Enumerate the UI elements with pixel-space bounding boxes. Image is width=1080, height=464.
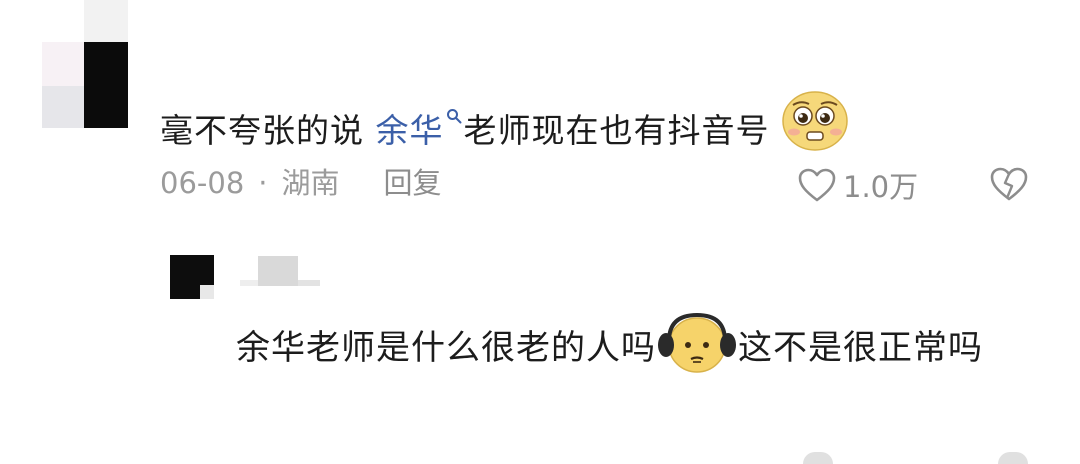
cutoff-icon — [803, 452, 833, 464]
comment-meta: 06-08 · 湖南 回复 — [160, 163, 442, 203]
cutoff-icon — [998, 452, 1028, 464]
reply-button[interactable]: 回复 — [384, 166, 442, 200]
comment-location: 湖南 — [281, 166, 340, 200]
mention-label: 余华 — [375, 111, 444, 150]
meta-separator: · — [258, 166, 268, 200]
redaction-block — [258, 256, 298, 286]
avatar-pixel — [42, 42, 84, 86]
avatar-pixel — [200, 285, 214, 299]
search-icon — [446, 109, 461, 124]
comment-text: 毫不夸张的说 余华 老师现在也有抖音号 — [160, 90, 849, 155]
avatar-pixel — [42, 86, 84, 128]
avatar-pixel — [84, 0, 128, 42]
redaction-block — [298, 280, 320, 286]
reply-avatar[interactable] — [170, 255, 214, 299]
like-count: 1.0万 — [843, 170, 919, 204]
heart-icon — [798, 168, 836, 202]
like-button[interactable]: 1.0万 — [797, 164, 918, 206]
reply-username-redacted[interactable] — [240, 256, 320, 286]
reply-text-before: 余华老师是什么很老的人吗 — [236, 328, 656, 368]
reply-text: 余华老师是什么很老的人吗 这不是很正常吗 — [236, 310, 1046, 386]
redaction-block — [240, 280, 258, 286]
broken-heart-icon[interactable] — [988, 166, 1030, 202]
mention-link[interactable]: 余华 — [375, 109, 464, 150]
reply-text-after: 这不是很正常吗 — [738, 328, 983, 368]
comment-avatar[interactable] — [42, 0, 128, 128]
comment-text-after: 老师现在也有抖音号 — [463, 111, 770, 150]
headphones-face-emoji-icon — [658, 312, 736, 373]
comment-text-before: 毫不夸张的说 — [160, 111, 376, 150]
comment-date: 06-08 — [160, 166, 245, 200]
avatar-pixel — [84, 42, 128, 128]
pleading-face-emoji-icon — [782, 91, 848, 151]
